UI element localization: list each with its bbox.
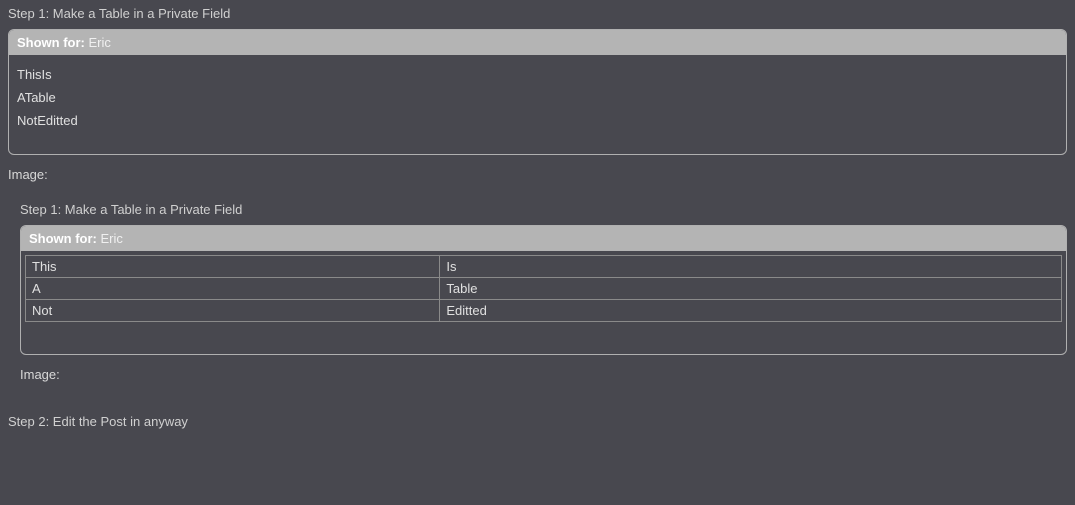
table-cell: Is: [440, 256, 1062, 278]
step1-heading: Step 1: Make a Table in a Private Field: [0, 0, 1075, 25]
table-row: This Is: [26, 256, 1062, 278]
table-cell: Editted: [440, 300, 1062, 322]
step1-panel-body: ThisIs ATable NotEditted: [9, 55, 1066, 154]
nested-panel: Shown for: Eric This Is A Table Not Edit…: [20, 225, 1067, 355]
table-cell: This: [26, 256, 440, 278]
table-cell: A: [26, 278, 440, 300]
table-row: Not Editted: [26, 300, 1062, 322]
nested-panel-body: This Is A Table Not Editted: [21, 251, 1066, 354]
image-label: Image:: [0, 163, 1075, 188]
nested-image-label: Image:: [12, 363, 1075, 388]
shown-for-value-text: Eric: [89, 35, 111, 50]
nested-shown-for-value: Eric: [101, 231, 123, 246]
table-cell: Not: [26, 300, 440, 322]
table-cell: Table: [440, 278, 1062, 300]
step1-panel-header: Shown for: Eric: [9, 30, 1066, 55]
content-line: ATable: [17, 86, 1058, 109]
data-table: This Is A Table Not Editted: [25, 255, 1062, 322]
shown-for-label: Shown for:: [17, 35, 85, 50]
nested-block: Step 1: Make a Table in a Private Field …: [0, 188, 1075, 388]
nested-step-heading: Step 1: Make a Table in a Private Field: [12, 192, 1075, 221]
nested-shown-for-label: Shown for:: [29, 231, 97, 246]
step2-heading: Step 2: Edit the Post in anyway: [0, 388, 1075, 435]
nested-panel-header: Shown for: Eric: [21, 226, 1066, 251]
step1-panel: Shown for: Eric ThisIs ATable NotEditted: [8, 29, 1067, 155]
content-line: NotEditted: [17, 109, 1058, 132]
content-line: ThisIs: [17, 63, 1058, 86]
table-row: A Table: [26, 278, 1062, 300]
